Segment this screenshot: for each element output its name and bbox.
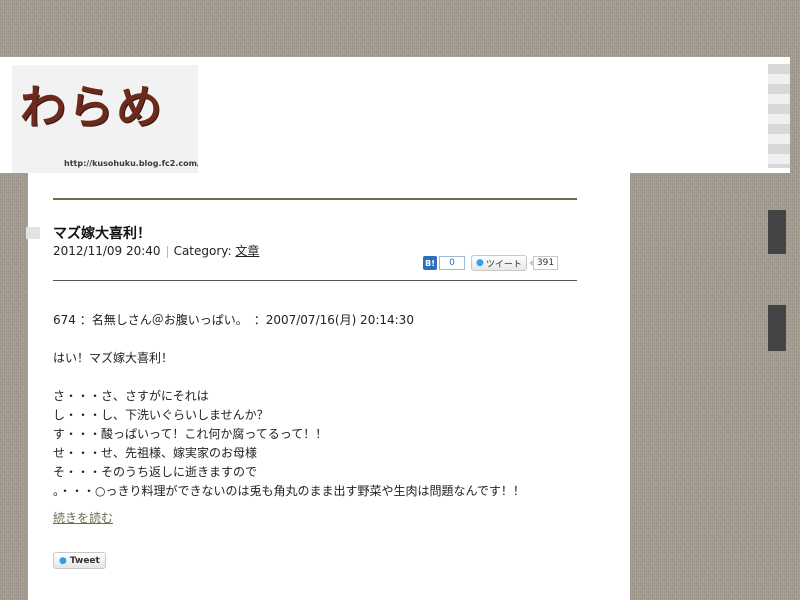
body-line bbox=[53, 368, 613, 387]
post-meta: 2012/11/09 20:40 Category: 文章 bbox=[53, 242, 259, 259]
twitter-bird-icon: ● bbox=[476, 258, 484, 268]
tweet-share-label: ツイート bbox=[485, 259, 522, 270]
side-tab[interactable] bbox=[768, 210, 786, 254]
header-edge-decoration bbox=[768, 64, 790, 168]
tweet-count[interactable]: 391 bbox=[528, 256, 559, 270]
hatena-count[interactable]: 0 bbox=[439, 256, 465, 270]
title-marker bbox=[26, 227, 40, 239]
body-line: 674 ：名無しさん＠お腹いっぱい。 ：2007/07/16(月) 20:14:… bbox=[53, 313, 414, 327]
body-line: す・・・酸っぱいって！これ何か腐ってるって！！ bbox=[53, 427, 328, 441]
logo-url: http://kusohuku.blog.fc2.com/ bbox=[64, 159, 198, 168]
blog-logo[interactable]: わらめ http://kusohuku.blog.fc2.com/ bbox=[12, 65, 198, 173]
body-line: そ・・・そのうち返しに逝きますので bbox=[53, 465, 258, 479]
post-body: 674 ：名無しさん＠お腹いっぱい。 ：2007/07/16(月) 20:14:… bbox=[53, 311, 613, 501]
body-line: さ・・・さ、さすがにそれは bbox=[53, 389, 209, 403]
post-date: 2012/11/09 20:40 bbox=[53, 244, 161, 258]
side-tab[interactable] bbox=[768, 305, 786, 351]
meta-separator bbox=[166, 245, 168, 258]
body-line: し・・・し、下洗いぐらいしませんか？ bbox=[53, 408, 269, 422]
body-line: はい！マズ嫁大喜利！ bbox=[53, 351, 174, 365]
body-line bbox=[53, 330, 613, 349]
hatena-bookmark-icon[interactable]: B! bbox=[423, 256, 437, 270]
tweet-share-button[interactable]: ● ツイート bbox=[471, 255, 527, 271]
logo-text: わらめ bbox=[20, 80, 164, 134]
post-content: マズ嫁大喜利！ 2012/11/09 20:40 Category: 文章 B! … bbox=[26, 173, 630, 600]
category-label: Category: bbox=[173, 244, 232, 258]
divider bbox=[53, 198, 577, 200]
tweet-button[interactable]: ● Tweet bbox=[53, 552, 106, 569]
blog-header: わらめ http://kusohuku.blog.fc2.com/ bbox=[0, 57, 790, 173]
twitter-bird-icon: ● bbox=[59, 555, 67, 566]
tweet-button-label: Tweet bbox=[69, 555, 100, 566]
post-title: マズ嫁大喜利！ bbox=[53, 226, 151, 242]
body-line: せ・・・せ、先祖様、嫁実家のお母様 bbox=[53, 446, 258, 460]
divider bbox=[53, 280, 577, 281]
category-link[interactable]: 文章 bbox=[235, 244, 259, 258]
body-line: 。・・・○っきり料理ができないのは兎も角丸のまま出す野菜や生肉は問題なんです！！ bbox=[53, 484, 525, 498]
share-buttons: B! 0 ● ツイート 391 bbox=[423, 255, 559, 271]
read-more-link[interactable]: 続きを読む bbox=[53, 509, 113, 526]
